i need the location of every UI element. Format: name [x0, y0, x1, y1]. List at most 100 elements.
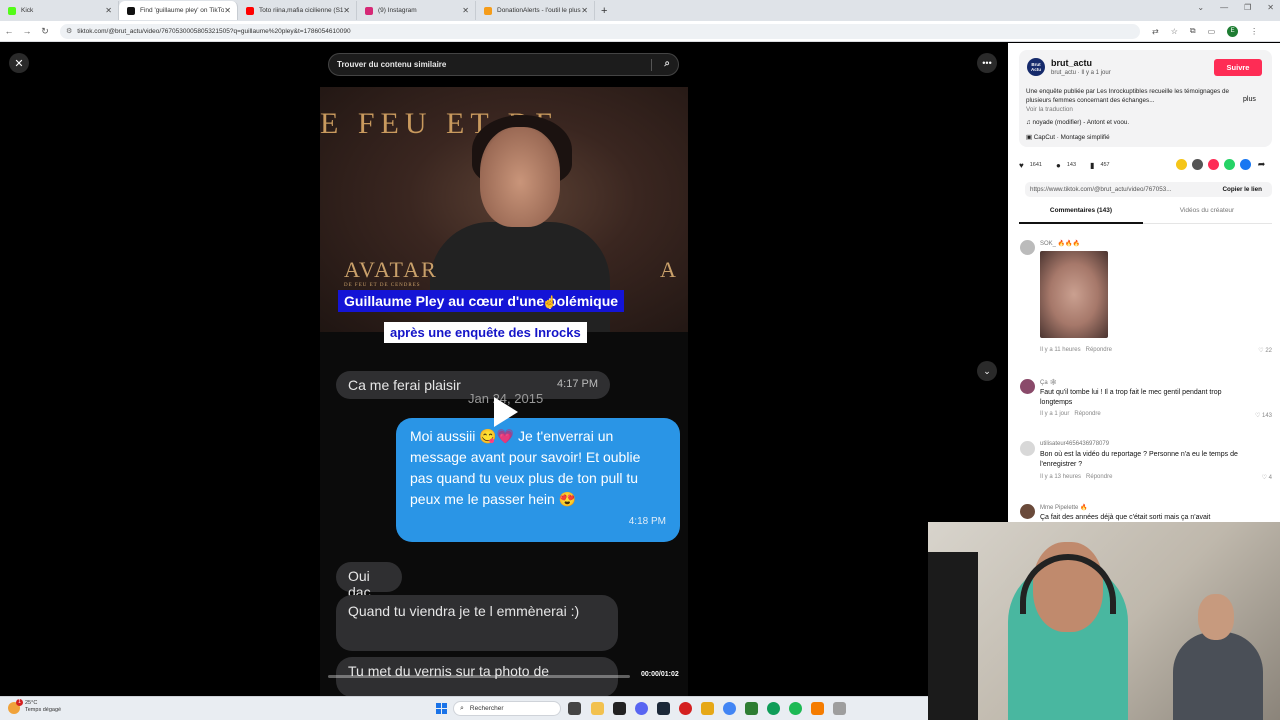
search-divider [651, 59, 652, 71]
avatar[interactable] [1020, 504, 1035, 519]
channel-name[interactable]: brut_actu [1051, 58, 1092, 68]
channel-avatar[interactable]: Brut Actu [1027, 58, 1045, 76]
url-field[interactable]: ⚙ tiktok.com/@brut_actu/video/7670530005… [60, 23, 1140, 39]
follow-button[interactable]: Suivre [1214, 59, 1262, 76]
close-window-icon[interactable]: ✕ [1267, 3, 1274, 12]
app-red-icon[interactable] [679, 702, 692, 715]
reply-link[interactable]: Répondre [1086, 474, 1112, 480]
tab-kick[interactable]: Kick ✕ [0, 1, 119, 20]
discord-icon[interactable] [635, 702, 648, 715]
embed-icon[interactable] [1192, 159, 1203, 170]
comment-like[interactable]: ♡ 143 [1255, 412, 1272, 419]
coin-icon[interactable] [1176, 159, 1187, 170]
steam-icon[interactable] [657, 702, 670, 715]
app-orange-icon[interactable] [811, 702, 824, 715]
profile-avatar[interactable]: E [1227, 25, 1239, 37]
save-button[interactable]: ▮ 457 [1090, 161, 1110, 170]
chrome-icon[interactable] [723, 702, 736, 715]
video-progress-bar[interactable] [328, 675, 630, 678]
spotify-icon[interactable] [789, 702, 802, 715]
like-button[interactable]: ♥ 1641 [1019, 161, 1042, 170]
video-frame[interactable]: E FEU ET DE AVATAR DE FEU ET DE CENDRES … [320, 87, 688, 696]
translate-link[interactable]: Voir la traduction [1026, 106, 1073, 113]
play-icon[interactable] [494, 397, 518, 427]
video-link-field[interactable]: https://www.tiktok.com/@brut_actu/video/… [1025, 182, 1272, 197]
weather-widget[interactable]: 1 25°C Temps dégagé [8, 699, 61, 714]
address-bar-row: ← → ↻ ⚙ tiktok.com/@brut_actu/video/7670… [0, 21, 1280, 42]
reload-icon[interactable]: ↻ [36, 26, 54, 37]
sidepanel-icon[interactable]: ▭ [1208, 27, 1216, 36]
comment-count: 143 [1066, 162, 1077, 168]
app-green-round-icon[interactable] [767, 702, 780, 715]
new-tab-button[interactable]: + [601, 5, 607, 17]
minimize-icon[interactable]: — [1220, 3, 1228, 12]
chat-time: 4:18 PM [628, 516, 666, 527]
app-green-icon[interactable] [745, 702, 758, 715]
app-yellow-icon[interactable] [701, 702, 714, 715]
comment-user[interactable]: Mme Pipelette 🔥 [1040, 504, 1088, 511]
close-tab-icon[interactable]: ✕ [343, 6, 350, 15]
tab-search-icon[interactable]: ⌄ [1197, 3, 1204, 12]
similar-content-search[interactable]: Trouver du contenu similaire ⌕ [328, 53, 679, 76]
close-tab-icon[interactable]: ✕ [105, 6, 112, 15]
capcut-row[interactable]: ▣ CapCut · Montage simplifié [1026, 134, 1110, 141]
music-row[interactable]: ♫ noyade (modifier) - Antont et voou. [1026, 119, 1129, 126]
start-button[interactable] [436, 703, 447, 714]
tab-tiktok[interactable]: Find 'guillaume pley' on TikTok ✕ [119, 1, 238, 20]
extensions-icon[interactable]: ⧉ [1190, 26, 1196, 36]
terminal-icon[interactable] [613, 702, 626, 715]
reply-link[interactable]: Répondre [1086, 347, 1112, 353]
search-icon: ⌕ [460, 704, 464, 712]
file-explorer-icon[interactable] [591, 702, 604, 715]
reply-link[interactable]: Répondre [1074, 411, 1100, 417]
comment-like[interactable]: ♡ 4 [1262, 474, 1272, 481]
notification-badge: 1 [16, 699, 23, 706]
tab-title: Kick [21, 7, 34, 14]
comment-user[interactable]: utilisateur4656436978079 [1040, 441, 1109, 447]
whatsapp-icon[interactable] [1224, 159, 1235, 170]
comment-user[interactable]: SOK_ 🔥🔥🔥 [1040, 240, 1080, 247]
photo-logo-left-text: AVATAR [344, 257, 438, 282]
settings-icon[interactable] [833, 702, 846, 715]
close-video-button[interactable]: ✕ [9, 53, 29, 73]
comment-like[interactable]: ♡ 22 [1258, 347, 1272, 354]
back-icon[interactable]: ← [0, 26, 18, 36]
search-placeholder: Trouver du contenu similaire [337, 60, 447, 69]
facebook-icon[interactable] [1240, 159, 1251, 170]
tab-youtube[interactable]: Toto riina,mafia cicilienne (S1 Ep ✕ [238, 1, 357, 20]
translate-icon[interactable]: ⇄ [1152, 27, 1159, 36]
maximize-icon[interactable]: ❐ [1244, 3, 1251, 12]
avatar[interactable] [1020, 441, 1035, 456]
taskbar-search[interactable]: ⌕ Rechercher [453, 701, 561, 716]
comment-icon: ● [1056, 160, 1061, 170]
search-icon[interactable]: ⌕ [664, 58, 670, 69]
tab-donationalerts[interactable]: DonationAlerts - l'outil le plus ✕ [476, 1, 595, 20]
next-video-button[interactable]: ⌄ [977, 361, 997, 381]
bookmark-star-icon[interactable]: ☆ [1171, 27, 1178, 36]
panel-tabs: Commentaires (143) Vidéos du créateur [1019, 207, 1272, 224]
tab-comments[interactable]: Commentaires (143) [1019, 207, 1143, 224]
share-arrow-icon[interactable]: ➦ [1256, 159, 1267, 170]
site-info-icon[interactable]: ⚙ [66, 27, 72, 35]
comment-image[interactable] [1040, 251, 1108, 338]
more-options-button[interactable]: ••• [977, 53, 997, 73]
avatar[interactable] [1020, 240, 1035, 255]
close-tab-icon[interactable]: ✕ [462, 6, 469, 15]
video-stage: ✕ ••• ⌄ Trouver du contenu similaire ⌕ E… [0, 43, 1008, 696]
more-link[interactable]: plus [1243, 96, 1256, 103]
forward-icon[interactable]: → [18, 26, 36, 36]
close-tab-icon[interactable]: ✕ [581, 6, 588, 15]
donationalerts-icon [484, 6, 492, 15]
comment-user[interactable]: Ça 🕸 [1040, 379, 1057, 386]
tab-creator-videos[interactable]: Vidéos du créateur [1145, 207, 1269, 224]
send-icon[interactable] [1208, 159, 1219, 170]
chat-bubble-outgoing: Moi aussiii 😋💗 Je t'enverrai un message … [396, 418, 680, 542]
menu-dots-icon[interactable]: ⋮ [1250, 27, 1258, 36]
task-view-icon[interactable] [568, 702, 581, 715]
tab-title: Find 'guillaume pley' on TikTok [140, 7, 225, 14]
copy-link-button[interactable]: Copier le lien [1222, 186, 1262, 193]
close-tab-icon[interactable]: ✕ [224, 6, 231, 15]
tab-instagram[interactable]: (9) Instagram ✕ [357, 1, 476, 20]
avatar[interactable] [1020, 379, 1035, 394]
comment-button[interactable]: ● 143 [1056, 161, 1076, 170]
